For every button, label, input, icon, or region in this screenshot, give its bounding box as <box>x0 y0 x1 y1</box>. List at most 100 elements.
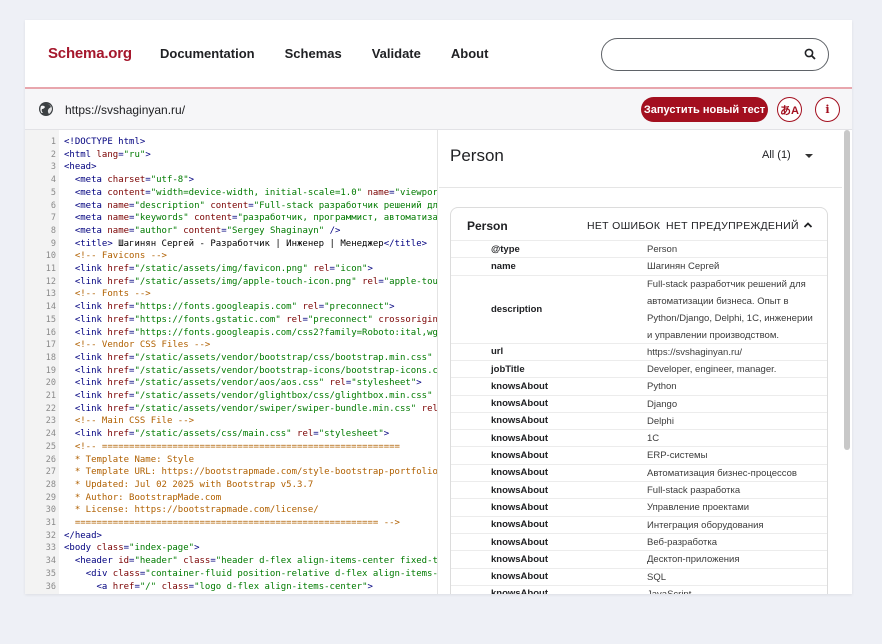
property-value: Python <box>647 381 677 393</box>
code-text: <!-- Vendor CSS Files --> <box>74 340 211 351</box>
code-text: <link href="https://fonts.googleapis.com… <box>74 302 395 313</box>
line-number: 20 <box>45 378 56 389</box>
property-row: knowsAbout Управление проектами <box>451 498 827 515</box>
code-text: <!DOCTYPE html> <box>64 137 146 147</box>
code-text: <!-- Main CSS File --> <box>74 416 195 427</box>
nav-validate[interactable]: Validate <box>372 46 421 61</box>
property-row: knowsAbout Веб-разработка <box>451 532 827 550</box>
code-text: <link href="https://fonts.googleapis.com… <box>74 327 438 338</box>
line-number: 24 <box>45 429 56 440</box>
code-text: * License: https://bootstrapmade.com/lic… <box>64 505 319 516</box>
property-value: Десктоп-приложения <box>647 554 740 566</box>
code-text: * Template Name: Style <box>64 454 195 465</box>
property-name: knowsAbout <box>491 415 548 427</box>
property-row: knowsAbout JavaScript <box>451 584 827 594</box>
property-value: Шагинян Сергей <box>647 261 720 273</box>
line-number: 23 <box>45 416 56 427</box>
code-text: <meta charset="utf-8"> <box>74 175 195 186</box>
line-number: 25 <box>45 441 56 452</box>
line-number: 9 <box>50 238 56 249</box>
language-button[interactable]: あA <box>777 97 802 122</box>
property-value: SQL <box>647 571 667 583</box>
line-number: 34 <box>45 556 56 567</box>
property-name: knowsAbout <box>491 432 548 444</box>
line-number: 28 <box>45 479 56 490</box>
main-nav: Documentation Schemas Validate About <box>160 46 518 61</box>
no-warnings-badge: НЕТ ПРЕДУПРЕЖДЕНИЙ <box>666 220 799 232</box>
code-text: <meta name="description" content="Full-s… <box>74 200 438 211</box>
property-row: knowsAbout 1С <box>451 429 827 446</box>
chevron-up-icon[interactable] <box>803 220 813 230</box>
info-icon[interactable]: i <box>815 97 840 122</box>
property-name: knowsAbout <box>491 467 548 479</box>
code-text: <!-- ===================================… <box>74 441 400 452</box>
line-number: 13 <box>45 289 56 300</box>
top-header: Schema.org Documentation Schemas Validat… <box>25 20 852 88</box>
property-row: knowsAbout ERP-системы <box>451 446 827 463</box>
property-value: ERP-системы <box>647 450 708 462</box>
chevron-down-icon[interactable] <box>805 154 813 158</box>
property-row: knowsAbout SQL <box>451 567 827 585</box>
type-filter-dropdown[interactable]: All (1) <box>762 149 791 161</box>
line-number: 17 <box>45 340 56 351</box>
property-value: Delphi <box>647 415 674 427</box>
property-row: knowsAbout Python <box>451 377 827 394</box>
property-value: Person <box>647 244 678 255</box>
source-code-pane[interactable]: 1 <!DOCTYPE html> 2 <html lang="ru"> 3 <head>… <box>25 130 438 594</box>
nav-documentation[interactable]: Documentation <box>160 46 255 61</box>
property-name: knowsAbout <box>491 553 548 565</box>
property-value: Веб-разработка <box>647 536 718 548</box>
property-name: knowsAbout <box>491 519 548 531</box>
card-header[interactable]: Person НЕТ ОШИБОК НЕТ ПРЕДУПРЕЖДЕНИЙ <box>451 208 827 244</box>
line-number: 10 <box>45 251 56 262</box>
line-number: 32 <box>45 530 56 541</box>
run-new-test-button[interactable]: Запустить новый тест <box>641 97 768 122</box>
nav-about[interactable]: About <box>451 46 489 61</box>
code-text: <link href="/static/assets/img/favicon.p… <box>74 264 373 274</box>
code-text: * Author: BootstrapMade.com <box>64 492 222 503</box>
search-icon[interactable] <box>804 48 816 60</box>
search-input[interactable] <box>601 38 829 71</box>
code-text: <!-- Favicons --> <box>74 251 167 262</box>
code-text: <link href="/static/assets/img/apple-tou… <box>74 276 438 287</box>
property-row: knowsAbout Full-stack разработка <box>451 481 827 498</box>
code-text: * Updated: Jul 02 2025 with Bootstrap v5… <box>64 479 314 490</box>
code-text: <link href="/static/assets/vendor/aos/ao… <box>74 378 422 389</box>
line-number: 36 <box>45 581 56 592</box>
code-text: <link href="/static/assets/vendor/swiper… <box>74 403 438 414</box>
code-text: ========================================… <box>64 518 400 528</box>
line-number: 1 <box>50 137 56 147</box>
line-number: 12 <box>45 276 56 287</box>
property-value: JavaScript <box>647 586 817 594</box>
schema-org-logo[interactable]: Schema.org <box>48 45 132 62</box>
line-number: 30 <box>45 505 56 516</box>
code-text: <div class="container-fluid position-rel… <box>85 568 438 579</box>
property-name: description <box>491 303 543 315</box>
property-value: Django <box>647 398 678 410</box>
line-number: 22 <box>45 403 56 414</box>
code-text: <meta name="keywords" content="разработч… <box>74 213 438 224</box>
app-frame: Schema.org Documentation Schemas Validat… <box>25 20 852 594</box>
property-row: @type Person <box>451 240 827 257</box>
code-text: </head> <box>64 530 102 541</box>
detected-type-title: Person <box>450 146 504 165</box>
line-number: 26 <box>45 454 56 465</box>
line-number: 5 <box>50 187 56 198</box>
code-text: <link href="/static/assets/vendor/bootst… <box>74 365 438 376</box>
line-number: 21 <box>45 391 56 401</box>
results-scrollbar[interactable] <box>844 130 850 450</box>
code-text: <link href="/static/assets/vendor/glight… <box>74 391 433 401</box>
results-divider <box>439 187 842 188</box>
property-name: knowsAbout <box>491 571 548 583</box>
no-errors-badge: НЕТ ОШИБОК <box>587 220 661 232</box>
code-text: <body class="index-page"> <box>64 543 200 554</box>
property-row: knowsAbout Django <box>451 394 827 412</box>
code-text: <meta name="author" content="Sergey Shag… <box>74 225 341 236</box>
line-number: 15 <box>45 314 56 325</box>
property-row: knowsAbout Десктоп-приложения <box>451 550 827 567</box>
tested-url: https://svshaginyan.ru/ <box>65 103 186 117</box>
line-number: 14 <box>45 302 56 313</box>
person-result-card: Person НЕТ ОШИБОК НЕТ ПРЕДУПРЕЖДЕНИЙ @ty… <box>450 207 828 594</box>
code-text: <meta content="width=device-width, initi… <box>74 187 438 198</box>
nav-schemas[interactable]: Schemas <box>285 46 342 61</box>
